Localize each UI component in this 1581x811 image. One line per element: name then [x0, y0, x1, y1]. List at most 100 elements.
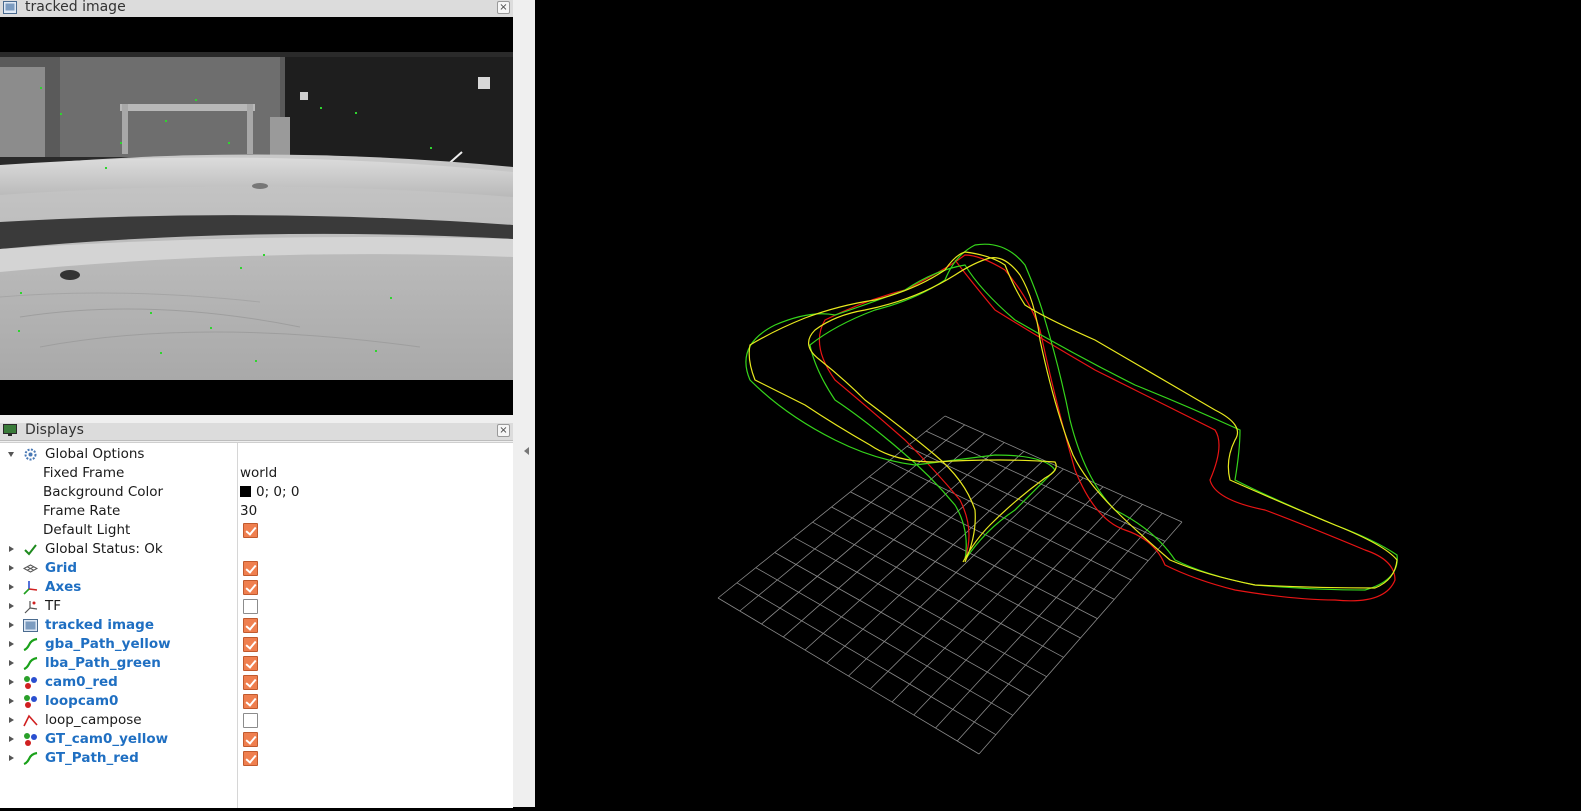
expand-arrow-icon[interactable] [9, 565, 14, 571]
display-label: Axes [45, 579, 82, 595]
color-swatch[interactable] [240, 486, 251, 497]
grid-line [906, 445, 1149, 562]
grid-line [956, 512, 1163, 742]
path-icon [23, 637, 38, 652]
tracked-image-view [0, 17, 513, 415]
display-enabled-checkbox[interactable] [243, 675, 258, 690]
display-enabled-checkbox[interactable] [243, 732, 258, 747]
tree-row-default-light[interactable]: Default Light [0, 521, 513, 540]
default-light-label: Default Light [43, 522, 131, 538]
image-panel-titlebar[interactable]: tracked image × [0, 0, 513, 18]
tree-row-gt-cam0-yellow[interactable]: GT_cam0_yellow [0, 730, 513, 749]
display-enabled-checkbox[interactable] [243, 713, 258, 728]
marker-array-icon [24, 733, 37, 746]
axes-icon [23, 581, 38, 595]
path-icon [23, 751, 38, 766]
background-color-text: 0; 0; 0 [256, 484, 300, 500]
tree-row-global-options[interactable]: Global Options [0, 445, 513, 464]
grid-line [913, 495, 1124, 716]
tree-row-background-color[interactable]: Background Color 0; 0; 0 [0, 483, 513, 502]
gear-icon [24, 448, 37, 461]
tree-row-loopcam0[interactable]: loopcam0 [0, 692, 513, 711]
image-icon [23, 619, 38, 632]
background-color-value[interactable]: 0; 0; 0 [240, 484, 299, 500]
expand-arrow-icon[interactable] [9, 679, 14, 685]
display-label: gba_Path_yellow [45, 636, 171, 652]
left-dock: tracked image × Displays × Global Option… [0, 0, 513, 808]
collapse-arrow-icon[interactable] [8, 452, 14, 457]
expand-arrow-icon[interactable] [9, 584, 14, 590]
grid-line [925, 430, 1166, 542]
expand-arrow-icon[interactable] [9, 717, 14, 723]
close-displays-panel-button[interactable]: × [497, 424, 510, 437]
default-light-checkbox[interactable] [243, 523, 258, 538]
grid-icon [23, 564, 38, 573]
tree-row-lba-path-green[interactable]: lba_Path_green [0, 654, 513, 673]
expand-arrow-icon[interactable] [9, 736, 14, 742]
dock-splitter[interactable] [513, 0, 535, 807]
display-enabled-checkbox[interactable] [243, 618, 258, 633]
tf-icon [24, 601, 38, 614]
tree-row-gba-path-yellow[interactable]: gba_Path_yellow [0, 635, 513, 654]
grid-plane [717, 415, 1183, 755]
expand-arrow-icon[interactable] [9, 660, 14, 666]
display-enabled-checkbox[interactable] [243, 599, 258, 614]
path-icon [23, 656, 38, 671]
tree-row-tf[interactable]: TF [0, 597, 513, 616]
tree-row-fixed-frame[interactable]: Fixed Frame world [0, 464, 513, 483]
tree-row-gt-path-red[interactable]: GT_Path_red [0, 749, 513, 768]
expand-arrow-icon[interactable] [9, 603, 14, 609]
display-label: lba_Path_green [45, 655, 161, 671]
tree-row-frame-rate[interactable]: Frame Rate 30 [0, 502, 513, 521]
display-enabled-checkbox[interactable] [243, 580, 258, 595]
3d-render-view[interactable] [535, 0, 1581, 807]
display-enabled-checkbox[interactable] [243, 751, 258, 766]
close-image-panel-button[interactable]: × [497, 1, 510, 14]
expand-arrow-icon[interactable] [9, 641, 14, 647]
display-label: cam0_red [45, 674, 118, 690]
display-label: Grid [45, 560, 78, 576]
display-enabled-checkbox[interactable] [243, 637, 258, 652]
image-icon [3, 1, 17, 14]
tree-row-global-status[interactable]: Global Status: Ok [0, 540, 513, 559]
display-label: tracked image [45, 617, 154, 633]
scene-canvas [717, 243, 1398, 755]
grid-line [891, 486, 1104, 703]
camera-frame [0, 17, 513, 415]
displays-tree: Global Options Fixed Frame world Backgro… [0, 442, 513, 808]
pose-line-icon [23, 714, 38, 727]
tree-row-tracked-image[interactable]: tracked image [0, 616, 513, 635]
frame-rate-value[interactable]: 30 [240, 503, 257, 519]
expand-arrow-icon[interactable] [9, 622, 14, 628]
fixed-frame-label: Fixed Frame [43, 465, 125, 481]
gba-path-yellow [748, 251, 1398, 589]
tree-row-axes[interactable]: Axes [0, 578, 513, 597]
image-panel-title: tracked image [25, 0, 126, 15]
expand-arrow-icon[interactable] [9, 755, 14, 761]
expand-arrow-icon[interactable] [9, 698, 14, 704]
monitor-icon [3, 424, 17, 436]
fixed-frame-value[interactable]: world [240, 465, 277, 481]
gt-path-red [818, 254, 1396, 602]
grid-line [848, 468, 1064, 677]
display-label: GT_cam0_yellow [45, 731, 169, 747]
display-enabled-checkbox[interactable] [243, 561, 258, 576]
display-label: loopcam0 [45, 693, 119, 709]
grid-line [935, 504, 1143, 729]
collapse-dock-arrow-icon[interactable] [524, 447, 529, 455]
tree-row-grid[interactable]: Grid [0, 559, 513, 578]
grid-line [888, 461, 1132, 581]
displays-panel-title: Displays [25, 422, 84, 438]
expand-arrow-icon[interactable] [9, 546, 14, 552]
grid-line [978, 521, 1183, 755]
frame-rate-label: Frame Rate [43, 503, 121, 519]
global-status-label: Global Status: Ok [45, 541, 163, 557]
display-enabled-checkbox[interactable] [243, 656, 258, 671]
tree-row-loop-campose[interactable]: loop_campose [0, 711, 513, 730]
marker-array-icon [24, 695, 37, 708]
tree-row-cam0-red[interactable]: cam0_red [0, 673, 513, 692]
display-enabled-checkbox[interactable] [243, 694, 258, 709]
displays-panel-titlebar[interactable]: Displays × [0, 422, 513, 441]
lba-path-green [745, 243, 1398, 591]
grid-line [850, 491, 1098, 620]
